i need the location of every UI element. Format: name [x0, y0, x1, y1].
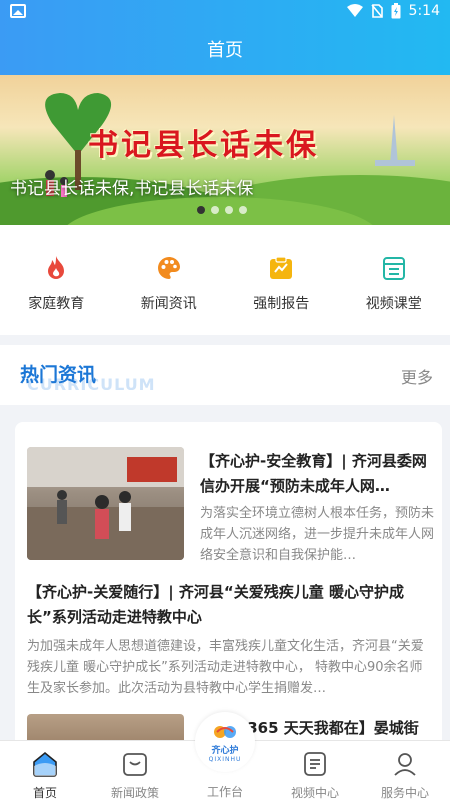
news-thumbnail[interactable] — [27, 447, 184, 560]
carousel-dots — [197, 206, 247, 214]
quick-nav-label: 视频课堂 — [365, 296, 422, 312]
quick-nav-news[interactable]: 新闻资讯 — [113, 225, 226, 335]
gallery-notification-icon — [10, 4, 26, 18]
tab-home[interactable]: 首页 — [0, 741, 90, 800]
logo-subtitle: QIXINHU — [208, 755, 242, 763]
video-center-icon — [302, 751, 328, 777]
tab-label: 视频中心 — [290, 786, 339, 800]
carousel-dot[interactable] — [211, 206, 219, 214]
person-icon — [392, 751, 418, 777]
hot-news-header: 热门资讯 CURRICULUM 更多 — [0, 345, 450, 405]
news-summary: 为加强未成年人思想道德建设，丰富残疾儿童文化生活，齐河县“关爱残疾儿童 暖心守护… — [27, 639, 424, 696]
qixinhu-logo-icon — [214, 725, 236, 738]
tab-label: 新闻政策 — [110, 786, 159, 800]
news-list: 【齐心护-安全教育】| 齐河县委网信办开展“预防未成年人网… 为落实全环境立德树… — [15, 422, 442, 752]
tab-label: 工作台 — [206, 785, 243, 799]
quick-nav: 家庭教育 新闻资讯 强制报告 视频课堂 — [0, 225, 450, 335]
tab-label: 首页 — [32, 786, 57, 800]
palette-icon — [156, 255, 182, 281]
carousel-dot[interactable] — [239, 206, 247, 214]
news-policy-icon — [122, 751, 148, 777]
app-header: 5:14 首页 — [0, 0, 450, 75]
status-bar: 5:14 — [0, 0, 450, 24]
quick-nav-label: 家庭教育 — [28, 296, 85, 312]
news-summary: 为落实全环境立德树人根本任务，预防未成年人沉迷网络，进一步提升未成年人网络安全意… — [200, 506, 435, 563]
news-title[interactable]: 【 365 天天我都在】晏城街 — [227, 716, 437, 741]
carousel-dot[interactable] — [225, 206, 233, 214]
tab-service-center[interactable]: 服务中心 — [360, 741, 450, 800]
quick-nav-label: 强制报告 — [253, 296, 310, 312]
tab-video-center[interactable]: 视频中心 — [270, 741, 360, 800]
workbench-logo-button[interactable]: 齐心护 QIXINHU — [195, 712, 255, 772]
report-icon — [268, 255, 294, 281]
page-title: 首页 — [207, 40, 243, 61]
list-icon — [381, 255, 407, 281]
tab-news-policy[interactable]: 新闻政策 — [90, 741, 180, 800]
quick-nav-mandatory-report[interactable]: 强制报告 — [225, 225, 338, 335]
banner-title: 书记县长话未保 — [88, 128, 319, 163]
quick-nav-family-education[interactable]: 家庭教育 — [0, 225, 113, 335]
wifi-icon — [346, 4, 363, 17]
no-sim-icon — [370, 4, 383, 18]
carousel-dot-active[interactable] — [197, 206, 205, 214]
flame-icon — [43, 255, 69, 281]
tab-label: 服务中心 — [380, 786, 429, 800]
home-icon — [32, 751, 58, 777]
news-title[interactable]: 【齐心护-关爱随行】| 齐河县“关爱残疾儿童 暖心守护成长”系列活动走进特教中心 — [27, 580, 432, 630]
section-title: 热门资讯 — [20, 364, 97, 386]
banner-carousel[interactable]: 书记县长话未保 书记县长话未保,书记县长话未保 — [0, 75, 450, 225]
battery-charging-icon — [391, 3, 401, 19]
status-time: 5:14 — [408, 3, 440, 19]
banner-caption: 书记县长话未保,书记县长话未保 — [10, 179, 254, 199]
quick-nav-video-class[interactable]: 视频课堂 — [338, 225, 450, 335]
news-title[interactable]: 【齐心护-安全教育】| 齐河县委网信办开展“预防未成年人网… — [200, 449, 435, 499]
logo-name: 齐心护 — [211, 745, 239, 756]
quick-nav-label: 新闻资讯 — [140, 296, 197, 312]
more-button[interactable]: 更多 — [401, 364, 433, 388]
